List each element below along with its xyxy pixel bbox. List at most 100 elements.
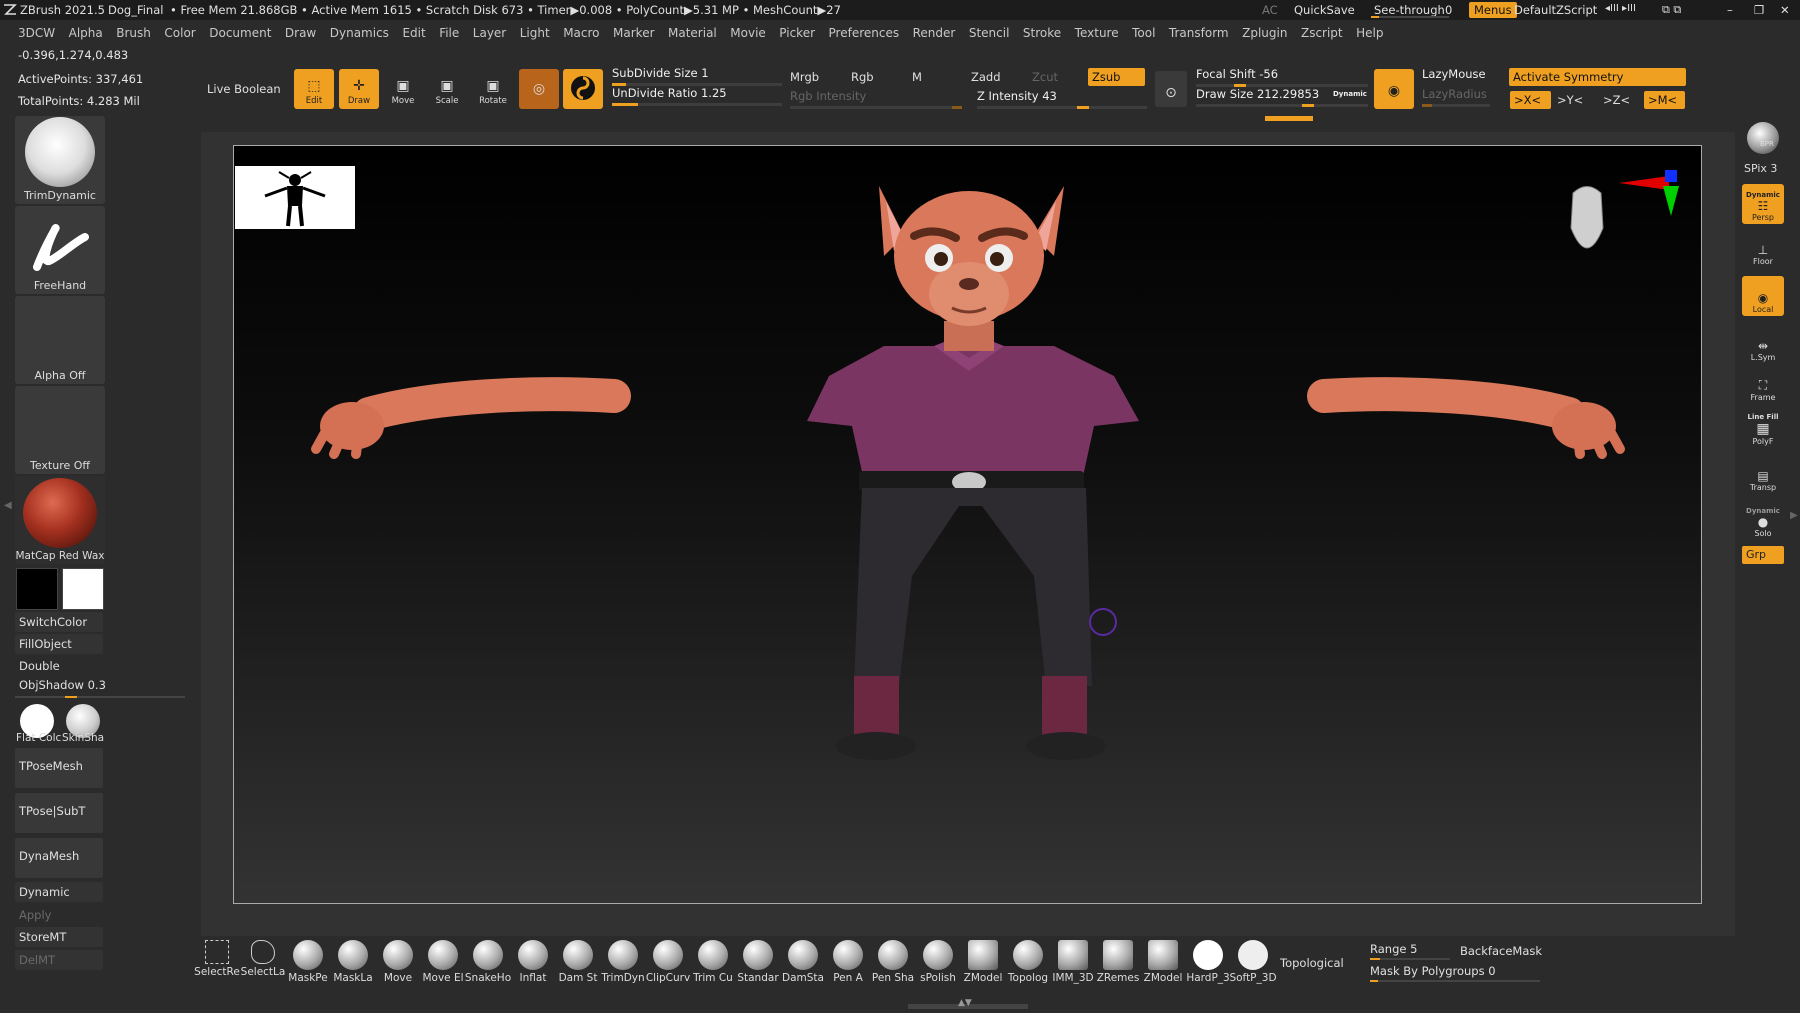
z-intensity-slider[interactable]: Z Intensity 43	[977, 89, 1147, 109]
zadd-button[interactable]: Zadd	[971, 70, 1001, 84]
ac-label[interactable]: AC	[1262, 3, 1278, 17]
brush-masklasso[interactable]: MaskLa	[332, 940, 374, 990]
rgb-intensity-slider[interactable]: Rgb Intensity	[790, 89, 962, 109]
menu-alpha[interactable]: Alpha	[69, 26, 103, 40]
edit-button[interactable]: ⬚ Edit	[294, 69, 334, 109]
focal-shift-slider[interactable]: Focal Shift -56	[1196, 67, 1368, 87]
subdivide-size-slider[interactable]: SubDivide Size 1	[612, 66, 782, 86]
brush-topology[interactable]: Topolog	[1007, 940, 1049, 990]
undivide-ratio-slider[interactable]: UnDivide Ratio 1.25	[612, 86, 782, 106]
brush-maskpen[interactable]: MaskPe	[287, 940, 329, 990]
menu-render[interactable]: Render	[913, 26, 956, 40]
backfacemask-button[interactable]: BackfaceMask	[1460, 944, 1542, 958]
frame-button[interactable]: ⛶ Frame	[1742, 368, 1784, 404]
close-icon[interactable]: ✕	[1780, 3, 1790, 17]
brush-imm-3d[interactable]: IMM_3D	[1052, 940, 1094, 990]
dynamesh-button[interactable]: DynaMesh	[15, 838, 103, 878]
brush-trimdynamic-slot[interactable]: TrimDynamic	[15, 116, 105, 204]
spix-setting[interactable]: SPix 3	[1744, 162, 1777, 175]
menu-marker[interactable]: Marker	[613, 26, 654, 40]
brush-pen-shadow[interactable]: Pen Sha	[872, 940, 914, 990]
draw-size-dynamic-label[interactable]: Dynamic	[1333, 90, 1367, 98]
menu-edit[interactable]: Edit	[402, 26, 425, 40]
brush-zremesher[interactable]: ZRemes	[1097, 940, 1139, 990]
right-tray-arrow-icon[interactable]: ▶	[1790, 510, 1798, 521]
stroke-freehand-slot[interactable]: FreeHand	[15, 206, 105, 294]
brush-zmodeler[interactable]: ZModel	[962, 940, 1004, 990]
double-button[interactable]: Double	[15, 656, 103, 676]
draw-size-slider[interactable]: Draw Size 212.29853 Dynamic	[1196, 87, 1368, 107]
menu-dynamics[interactable]: Dynamics	[330, 26, 389, 40]
maximize-icon[interactable]: ❐	[1754, 3, 1764, 17]
symmetry-x-button[interactable]: >X<	[1510, 91, 1551, 109]
left-tray-arrow-icon[interactable]: ◀	[4, 500, 12, 511]
quicksave-button[interactable]: QuickSave	[1294, 3, 1355, 17]
brush-trimdynamic[interactable]: TrimDyn	[601, 940, 645, 990]
live-boolean-button[interactable]: Live Boolean	[207, 82, 281, 96]
zsub-button[interactable]: Zsub	[1088, 68, 1145, 86]
zcut-button[interactable]: Zcut	[1032, 70, 1058, 84]
menu-file[interactable]: File	[439, 26, 459, 40]
menu-stroke[interactable]: Stroke	[1023, 26, 1061, 40]
fillobject-button[interactable]: FillObject	[15, 634, 103, 654]
secondary-color-swatch[interactable]	[16, 568, 58, 610]
brush-softpolish[interactable]: SoftP_3D	[1229, 940, 1277, 990]
alpha-off-slot[interactable]: Alpha Off	[15, 296, 105, 384]
local-button[interactable]: ◉ Local	[1742, 276, 1784, 316]
rgb-button[interactable]: Rgb	[851, 70, 874, 84]
transp-button[interactable]: ▤ Transp	[1742, 458, 1784, 494]
switchcolor-button[interactable]: SwitchColor	[15, 612, 103, 632]
brush-damstandard-alt[interactable]: Dam St	[557, 940, 599, 990]
menu-3dcw[interactable]: 3DCW	[18, 26, 55, 40]
range-slider[interactable]: Range 5	[1370, 942, 1450, 960]
menu-zscript[interactable]: Zscript	[1301, 26, 1343, 40]
minimize-icon[interactable]: –	[1727, 3, 1733, 17]
gizmo-toggle-button[interactable]	[563, 69, 603, 109]
mrgb-button[interactable]: Mrgb	[790, 70, 819, 84]
seethrough-slider-label[interactable]: See-through	[1374, 3, 1445, 17]
menu-color[interactable]: Color	[164, 26, 195, 40]
texture-off-slot[interactable]: Texture Off	[15, 386, 105, 474]
brush-spolish[interactable]: sPolish	[917, 940, 959, 990]
apply-button[interactable]: Apply	[15, 905, 103, 925]
layout-icon[interactable]: ◂III ▸III	[1605, 3, 1636, 14]
brush-hardpolish[interactable]: HardP_3	[1186, 940, 1230, 990]
brush-move[interactable]: Move	[377, 940, 419, 990]
brush-damstandard[interactable]: DamSta	[782, 940, 824, 990]
tposemesh-button[interactable]: TPoseMesh	[15, 748, 103, 788]
brush-clipcurve[interactable]: ClipCurv	[646, 940, 690, 990]
menu-draw[interactable]: Draw	[285, 26, 316, 40]
menu-transform[interactable]: Transform	[1169, 26, 1229, 40]
mask-by-polygroups-slider[interactable]: Mask By Polygroups 0	[1370, 964, 1540, 982]
menu-material[interactable]: Material	[668, 26, 717, 40]
rotate-button[interactable]: ▣ Rotate	[473, 69, 513, 109]
tpose-subt-button[interactable]: TPose|SubT	[15, 793, 103, 833]
delmt-button[interactable]: DelMT	[15, 950, 103, 970]
brush-inflat[interactable]: Inflat	[512, 940, 554, 990]
polyframe-button[interactable]: Line Fill ▦ PolyF	[1742, 410, 1784, 448]
activate-symmetry-button[interactable]: Activate Symmetry	[1509, 68, 1686, 86]
menu-preferences[interactable]: Preferences	[829, 26, 900, 40]
scale-button[interactable]: ▣ Scale	[427, 69, 467, 109]
menu-light[interactable]: Light	[520, 26, 550, 40]
brush-move-elastic[interactable]: Move El	[422, 940, 464, 990]
brush-selectrect[interactable]: SelectRe	[194, 940, 240, 990]
menu-zplugin[interactable]: Zplugin	[1242, 26, 1287, 40]
navigation-thumbnail[interactable]	[235, 166, 355, 229]
main-color-swatch[interactable]	[62, 568, 104, 610]
menu-help[interactable]: Help	[1356, 26, 1383, 40]
menus-toggle-button[interactable]: Menus	[1469, 2, 1517, 18]
symmetry-m-button[interactable]: >M<	[1644, 91, 1685, 109]
lsym-button[interactable]: ⇹ L.Sym	[1742, 328, 1784, 364]
solo-button[interactable]: Dynamic ● Solo	[1742, 500, 1784, 540]
bpr-render-button[interactable]	[1742, 120, 1784, 156]
brush-pen-a[interactable]: Pen A	[827, 940, 869, 990]
menu-tool[interactable]: Tool	[1132, 26, 1155, 40]
menu-layer[interactable]: Layer	[473, 26, 506, 40]
symmetry-y-button[interactable]: >Y<	[1557, 93, 1583, 107]
brush-snakehook[interactable]: SnakeHo	[465, 940, 511, 990]
menu-brush[interactable]: Brush	[116, 26, 151, 40]
brush-trimcurve[interactable]: Trim Cu	[692, 940, 734, 990]
stroke-type-button[interactable]: ⊙	[1155, 71, 1187, 107]
lazymouse-toggle-button[interactable]: ◉	[1374, 69, 1414, 109]
